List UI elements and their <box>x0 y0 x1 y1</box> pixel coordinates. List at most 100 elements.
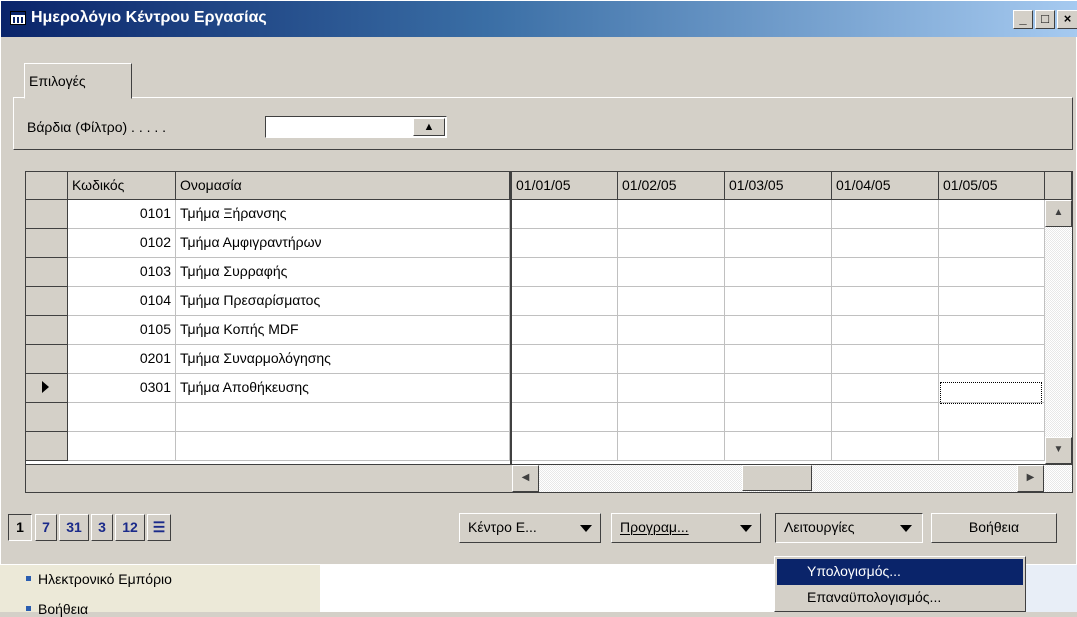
cell-name[interactable] <box>176 403 510 432</box>
cell-code[interactable]: 0102 <box>68 229 176 258</box>
period-quarter-button[interactable]: 3 <box>91 514 113 541</box>
cell-code[interactable]: 0103 <box>68 258 176 287</box>
cell-date[interactable] <box>725 229 832 258</box>
row-selector[interactable] <box>26 432 68 461</box>
cell-date[interactable] <box>939 345 1045 374</box>
column-header-date[interactable]: 01/01/05 <box>512 172 618 200</box>
cell-date[interactable] <box>618 403 725 432</box>
cell-date[interactable] <box>832 258 939 287</box>
cell-date[interactable] <box>618 200 725 229</box>
cell-name[interactable]: Τμήμα Συναρμολόγησης <box>176 345 510 374</box>
cell-date[interactable] <box>512 316 618 345</box>
cell-date[interactable] <box>939 229 1045 258</box>
row-selector[interactable] <box>26 287 68 316</box>
row-selector[interactable] <box>26 316 68 345</box>
cell-name[interactable]: Τμήμα Συρραφής <box>176 258 510 287</box>
cell-date[interactable] <box>725 403 832 432</box>
scroll-left-button[interactable]: ◀ <box>512 465 539 492</box>
pane-splitter[interactable] <box>510 172 512 464</box>
filter-lookup-button[interactable]: ▲ <box>413 118 445 136</box>
minimize-button[interactable]: _ <box>1013 10 1033 29</box>
cell-name[interactable]: Τμήμα Αμφιγραντήρων <box>176 229 510 258</box>
cell-date[interactable] <box>832 200 939 229</box>
row-selector[interactable] <box>26 345 68 374</box>
cell-date[interactable] <box>939 287 1045 316</box>
cell-code[interactable]: 0104 <box>68 287 176 316</box>
cell-name[interactable]: Τμήμα Κοπής MDF <box>176 316 510 345</box>
period-month-button[interactable]: 31 <box>59 514 89 541</box>
cell-date[interactable] <box>618 345 725 374</box>
cell-name[interactable] <box>176 432 510 461</box>
cell-date[interactable] <box>939 432 1045 461</box>
period-day-button[interactable]: 1 <box>8 514 32 541</box>
cell-name[interactable]: Τμήμα Πρεσαρίσματος <box>176 287 510 316</box>
close-button[interactable]: × <box>1057 10 1077 29</box>
cell-date[interactable] <box>832 432 939 461</box>
menu-item-calculate[interactable]: Υπολογισμός... <box>777 559 1023 585</box>
maximize-button[interactable]: □ <box>1035 10 1055 29</box>
period-year-button[interactable]: 12 <box>115 514 145 541</box>
cell-code[interactable]: 0105 <box>68 316 176 345</box>
scroll-right-button[interactable]: ▶ <box>1017 465 1044 492</box>
cell-date[interactable] <box>832 229 939 258</box>
cell-date[interactable] <box>939 200 1045 229</box>
scroll-up-button[interactable]: ▲ <box>1045 200 1072 227</box>
cell-date[interactable] <box>832 403 939 432</box>
column-header-date[interactable]: 01/04/05 <box>832 172 939 200</box>
row-selector[interactable] <box>26 229 68 258</box>
cell-date[interactable] <box>725 316 832 345</box>
cell-date[interactable] <box>512 345 618 374</box>
row-selector[interactable] <box>26 403 68 432</box>
cell-date[interactable] <box>512 229 618 258</box>
cell-date[interactable] <box>725 200 832 229</box>
cell-date[interactable] <box>832 345 939 374</box>
cell-code[interactable]: 0301 <box>68 374 176 403</box>
cell-date[interactable] <box>512 403 618 432</box>
period-week-button[interactable]: 7 <box>35 514 57 541</box>
background-nav-item[interactable]: Βοήθεια <box>26 601 88 617</box>
cell-date[interactable] <box>512 432 618 461</box>
tab-options[interactable]: Επιλογές <box>24 63 132 99</box>
cell-date[interactable] <box>618 432 725 461</box>
help-button[interactable]: Βοήθεια <box>931 513 1057 543</box>
cell-date[interactable] <box>618 287 725 316</box>
period-custom-button[interactable]: ☰ <box>147 514 171 541</box>
cell-name[interactable]: Τμήμα Αποθήκευσης <box>176 374 510 403</box>
cell-date[interactable] <box>512 258 618 287</box>
cell-date[interactable] <box>832 287 939 316</box>
cell-date[interactable] <box>725 432 832 461</box>
cell-date[interactable] <box>725 258 832 287</box>
cell-code[interactable] <box>68 432 176 461</box>
cell-date[interactable] <box>725 374 832 403</box>
focused-cell[interactable] <box>940 382 1042 404</box>
cell-date[interactable] <box>512 374 618 403</box>
cell-date[interactable] <box>618 229 725 258</box>
corner-header[interactable] <box>26 172 68 200</box>
cell-date[interactable] <box>939 403 1045 432</box>
cell-date[interactable] <box>512 200 618 229</box>
cell-name[interactable]: Τμήμα Ξήρανσης <box>176 200 510 229</box>
vertical-scrollbar[interactable]: ▲ ▼ <box>1045 200 1072 464</box>
scroll-down-button[interactable]: ▼ <box>1045 437 1072 464</box>
horizontal-scrollbar[interactable]: ◀ ▶ <box>512 464 1072 492</box>
column-header-date[interactable]: 01/03/05 <box>725 172 832 200</box>
cell-code[interactable] <box>68 403 176 432</box>
scroll-thumb[interactable] <box>742 465 812 491</box>
work-center-grid[interactable]: Κωδικός Ονομασία 01/01/05 01/02/05 01/03… <box>25 171 1073 493</box>
cell-date[interactable] <box>832 374 939 403</box>
cell-date[interactable] <box>725 287 832 316</box>
column-header-name[interactable]: Ονομασία <box>176 172 510 200</box>
functions-menu-button[interactable]: Λειτουργίες <box>775 513 923 543</box>
cell-code[interactable]: 0201 <box>68 345 176 374</box>
cell-date[interactable] <box>618 374 725 403</box>
cell-date[interactable] <box>618 258 725 287</box>
column-header-date[interactable]: 01/02/05 <box>618 172 725 200</box>
row-selector-current[interactable] <box>26 374 68 403</box>
schedule-menu-button[interactable]: Προγραμ... <box>611 513 761 543</box>
cell-date[interactable] <box>939 316 1045 345</box>
cell-date[interactable] <box>512 287 618 316</box>
cell-date[interactable] <box>618 316 725 345</box>
cell-date[interactable] <box>939 258 1045 287</box>
cell-code[interactable]: 0101 <box>68 200 176 229</box>
column-header-date[interactable]: 01/05/05 <box>939 172 1045 200</box>
